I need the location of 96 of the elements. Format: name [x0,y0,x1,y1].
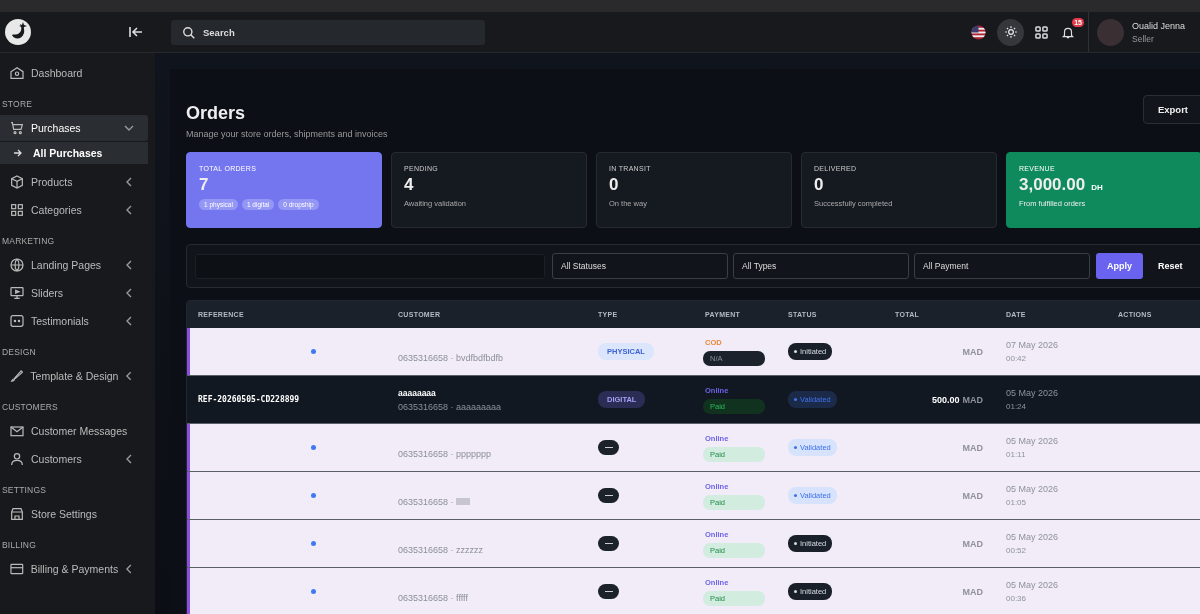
filter-select[interactable]: All Types [733,253,909,279]
user-role: Seller [1132,33,1155,44]
unread-dot [311,589,316,594]
order-date: 05 May 2026 [1006,532,1059,542]
order-time: 01:05 [1006,498,1027,507]
currency: MAD [962,490,983,501]
sidebar-subitem[interactable]: All Purchases [0,142,148,164]
logo-icon [3,17,33,47]
currency: MAD [962,394,983,405]
export-button[interactable]: Export [1142,95,1200,124]
page-title: Orders [186,103,247,124]
sidebar-item[interactable]: Purchases [0,115,148,141]
stat-value: 7 [199,175,209,195]
page-subtitle: Manage your store orders, shipments and invoices [186,129,388,139]
order-date: 05 May 2026 [1006,388,1059,398]
customer-phone: 0635316658 · fffff [398,593,468,603]
order-date: 05 May 2026 [1006,484,1059,494]
unread-dot [311,541,316,546]
sidebar-item[interactable]: Products [0,169,148,195]
unread-dot [311,349,316,354]
stat-value: 3,000.00 [1019,175,1086,195]
sidebar-item[interactable]: Dashboard [0,60,148,86]
filter-select[interactable]: All Payment [914,253,1090,279]
search-icon [182,25,196,40]
chevron-left-icon [124,316,134,326]
stat-value: 0 [814,175,824,195]
chevron-left-icon [124,177,134,187]
unread-dot [311,493,316,498]
customer-phone: 0635316658 · ppppppp [398,449,492,459]
chevron-left-icon [124,564,134,574]
customer-phone: 0635316658 · zzzzzz [398,545,484,555]
stat-unit: DH [1091,183,1103,192]
sidebar-item[interactable]: Categories [0,197,148,223]
chevron-left-icon [124,260,134,270]
sidebar-item[interactable]: Customers [0,446,148,472]
section-heading: DESIGN [1,346,37,359]
collapse-icon[interactable] [129,26,143,38]
sidebar-item[interactable]: Billing & Payments [0,556,148,582]
apply-button[interactable]: Apply [1096,253,1143,279]
menu-icon [9,285,25,301]
sidebar-item[interactable]: Store Settings [0,501,148,527]
section-heading: STORE [1,98,34,111]
chevron-left-icon [124,205,134,215]
stat-value: 4 [404,175,414,195]
order-time: 01:24 [1006,402,1027,411]
order-date: 07 May 2026 [1006,340,1059,350]
menu-icon [9,368,25,384]
reference-text: REF-20260505-CD228899 [198,395,300,404]
menu-icon [9,202,25,218]
chevron-left-icon [124,454,134,464]
section-heading: CUSTOMERS [1,401,59,414]
order-date: 05 May 2026 [1006,436,1059,446]
sidebar-item[interactable]: Template & Design [0,363,148,389]
stat-value: 0 [609,175,619,195]
theme-toggle-button[interactable] [997,18,1024,46]
reset-button[interactable]: Reset [1148,261,1193,271]
total-amount: 500.00 [931,394,960,405]
customer-phone: 0635316658 · aaaaaaaaa [398,401,502,412]
currency: MAD [962,538,983,549]
chevron-left-icon [124,288,134,298]
sidebar-item[interactable]: Landing Pages [0,252,148,278]
menu-icon [9,423,25,439]
currency: MAD [962,346,983,357]
menu-icon [9,65,25,81]
apps-icon[interactable] [1035,25,1048,39]
currency: MAD [962,586,983,597]
flag-icon[interactable] [971,24,986,40]
sun-icon [1003,25,1018,39]
menu-icon [9,257,25,273]
menu-icon [9,174,25,190]
user-name: Oualid Jenna [1132,20,1186,31]
order-time: 00:52 [1006,546,1027,555]
sidebar-item[interactable]: Customer Messages [0,418,148,444]
chevron-down-icon [124,123,134,133]
sidebar-item[interactable]: Testimonials [0,308,148,334]
menu-icon [9,451,25,467]
chevron-left-icon [124,371,134,381]
menu-icon [9,506,25,522]
filter-select[interactable]: All Statuses [552,253,728,279]
section-heading: SETTINGS [1,484,48,497]
order-time: 00:42 [1006,354,1027,363]
search-field[interactable]: Search [171,19,485,45]
customer-name: aaaaaaaa [398,387,436,398]
order-time: 01:11 [1006,450,1026,459]
order-time: 00:36 [1006,594,1027,603]
menu-icon [9,313,25,329]
section-heading: BILLING [1,539,37,552]
menu-icon [9,561,25,577]
sidebar-item[interactable]: Sliders [0,280,148,306]
currency: MAD [962,442,983,453]
order-date: 05 May 2026 [1006,580,1059,590]
arrow-right-icon [14,149,23,157]
menu-icon [9,120,25,136]
section-heading: MARKETING [1,235,56,248]
customer-phone: 0635316658 · bvdfbdfbdfb [398,353,504,363]
unread-dot [311,445,316,450]
